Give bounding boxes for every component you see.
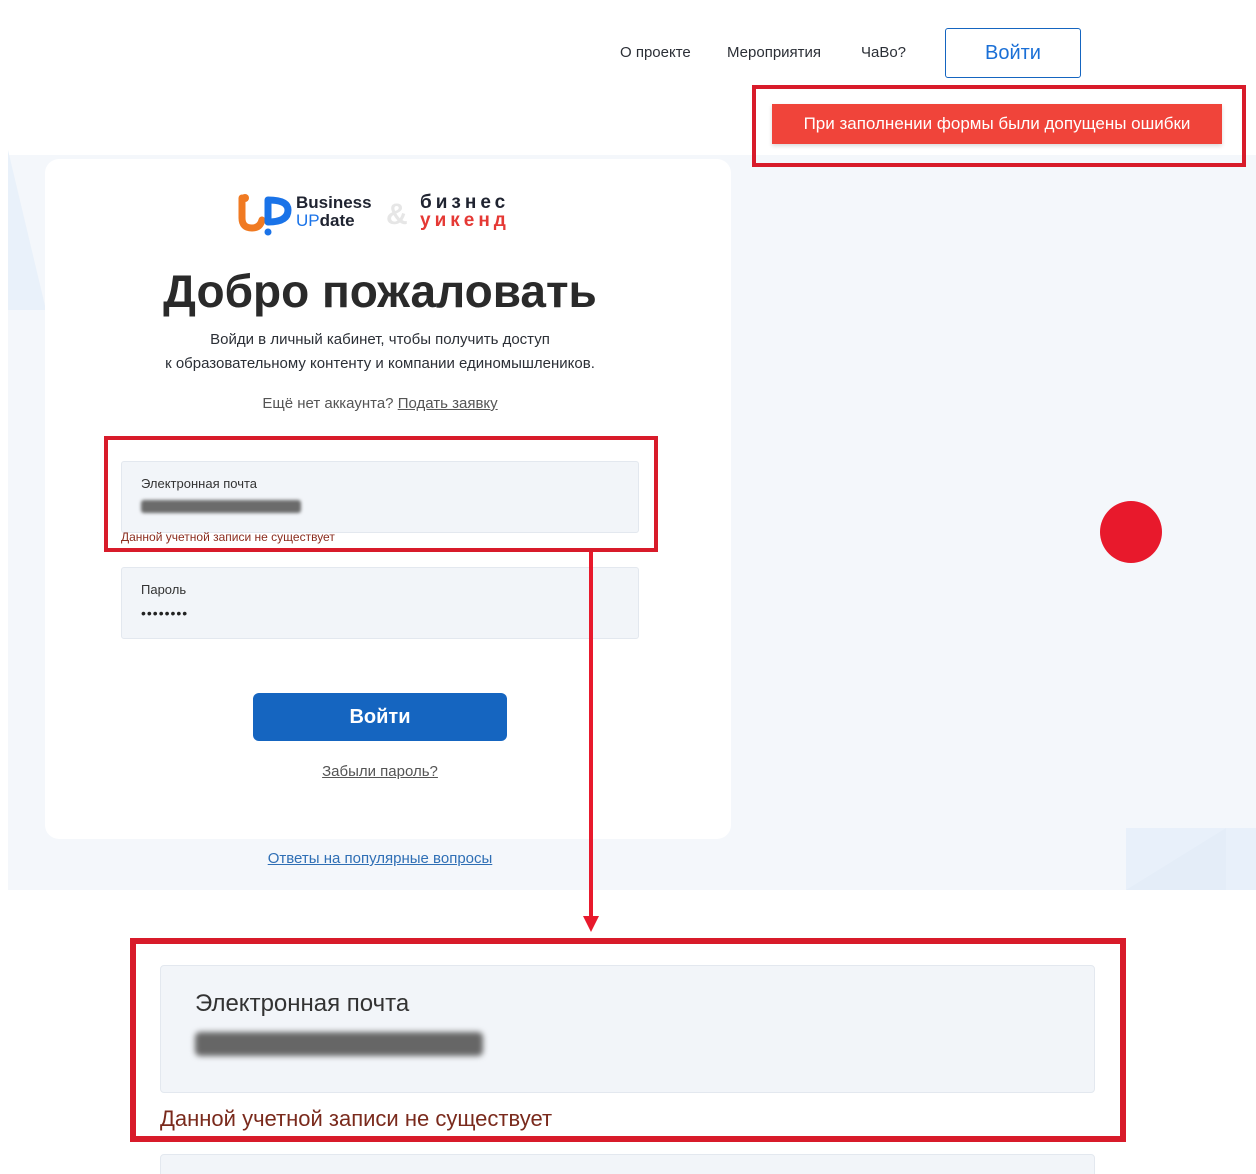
signup-prompt-text: Ещё нет аккаунта? [262, 395, 394, 412]
toast-highlight-frame [752, 85, 1246, 167]
business-weekend-wordmark: бизнес уикенд [420, 193, 510, 231]
nav-link-about[interactable]: О проекте [620, 44, 691, 61]
weekend-line-2: уикенд [420, 210, 510, 231]
top-navigation: О проекте Мероприятия ЧаВо? Войти [8, 28, 1256, 80]
forgot-password: Забыли пароль? [37, 763, 723, 780]
password-field-label: Пароль [141, 582, 187, 597]
brand-logo: Business UPdate & бизнес уикенд [236, 192, 536, 236]
password-masked-value: •••••••• [141, 605, 189, 621]
zoomed-next-field-edge [160, 1154, 1095, 1174]
business-update-wordmark: Business UPdate [296, 194, 372, 230]
nav-link-events[interactable]: Мероприятия [727, 44, 821, 61]
decorative-shape-right [1126, 828, 1226, 890]
up-logo-icon [238, 194, 292, 236]
email-highlight-frame [104, 436, 658, 552]
zoom-highlight-frame [130, 938, 1126, 1142]
login-subtitle: Войди в личный кабинет, чтобы получить д… [37, 328, 723, 376]
callout-arrow-shaft [589, 552, 593, 918]
subtitle-line-1: Войди в личный кабинет, чтобы получить д… [210, 331, 550, 348]
faq-section: Ответы на популярные вопросы [37, 850, 723, 867]
subtitle-line-2: к образовательному контенту и компании е… [165, 355, 595, 372]
annotated-screenshot: О проекте Мероприятия ЧаВо? Войти При за… [0, 0, 1256, 1174]
signup-prompt: Ещё нет аккаунта? Подать заявку [37, 395, 723, 412]
forgot-password-link[interactable]: Забыли пароль? [322, 763, 438, 780]
date-word: date [319, 211, 355, 230]
apply-link[interactable]: Подать заявку [398, 395, 498, 412]
faq-link[interactable]: Ответы на популярные вопросы [268, 850, 493, 867]
password-field[interactable]: Пароль •••••••• [121, 567, 639, 639]
nav-link-faq[interactable]: ЧаВо? [861, 44, 906, 61]
header-login-button[interactable]: Войти [945, 28, 1081, 78]
page-title: Добро пожаловать [163, 265, 597, 317]
up-word: UP [296, 211, 320, 230]
callout-arrow-head [583, 916, 599, 932]
business-word: Business [296, 193, 372, 212]
logo-ampersand: & [386, 198, 408, 231]
red-circle-marker [1100, 501, 1162, 563]
login-submit-button[interactable]: Войти [253, 693, 507, 741]
